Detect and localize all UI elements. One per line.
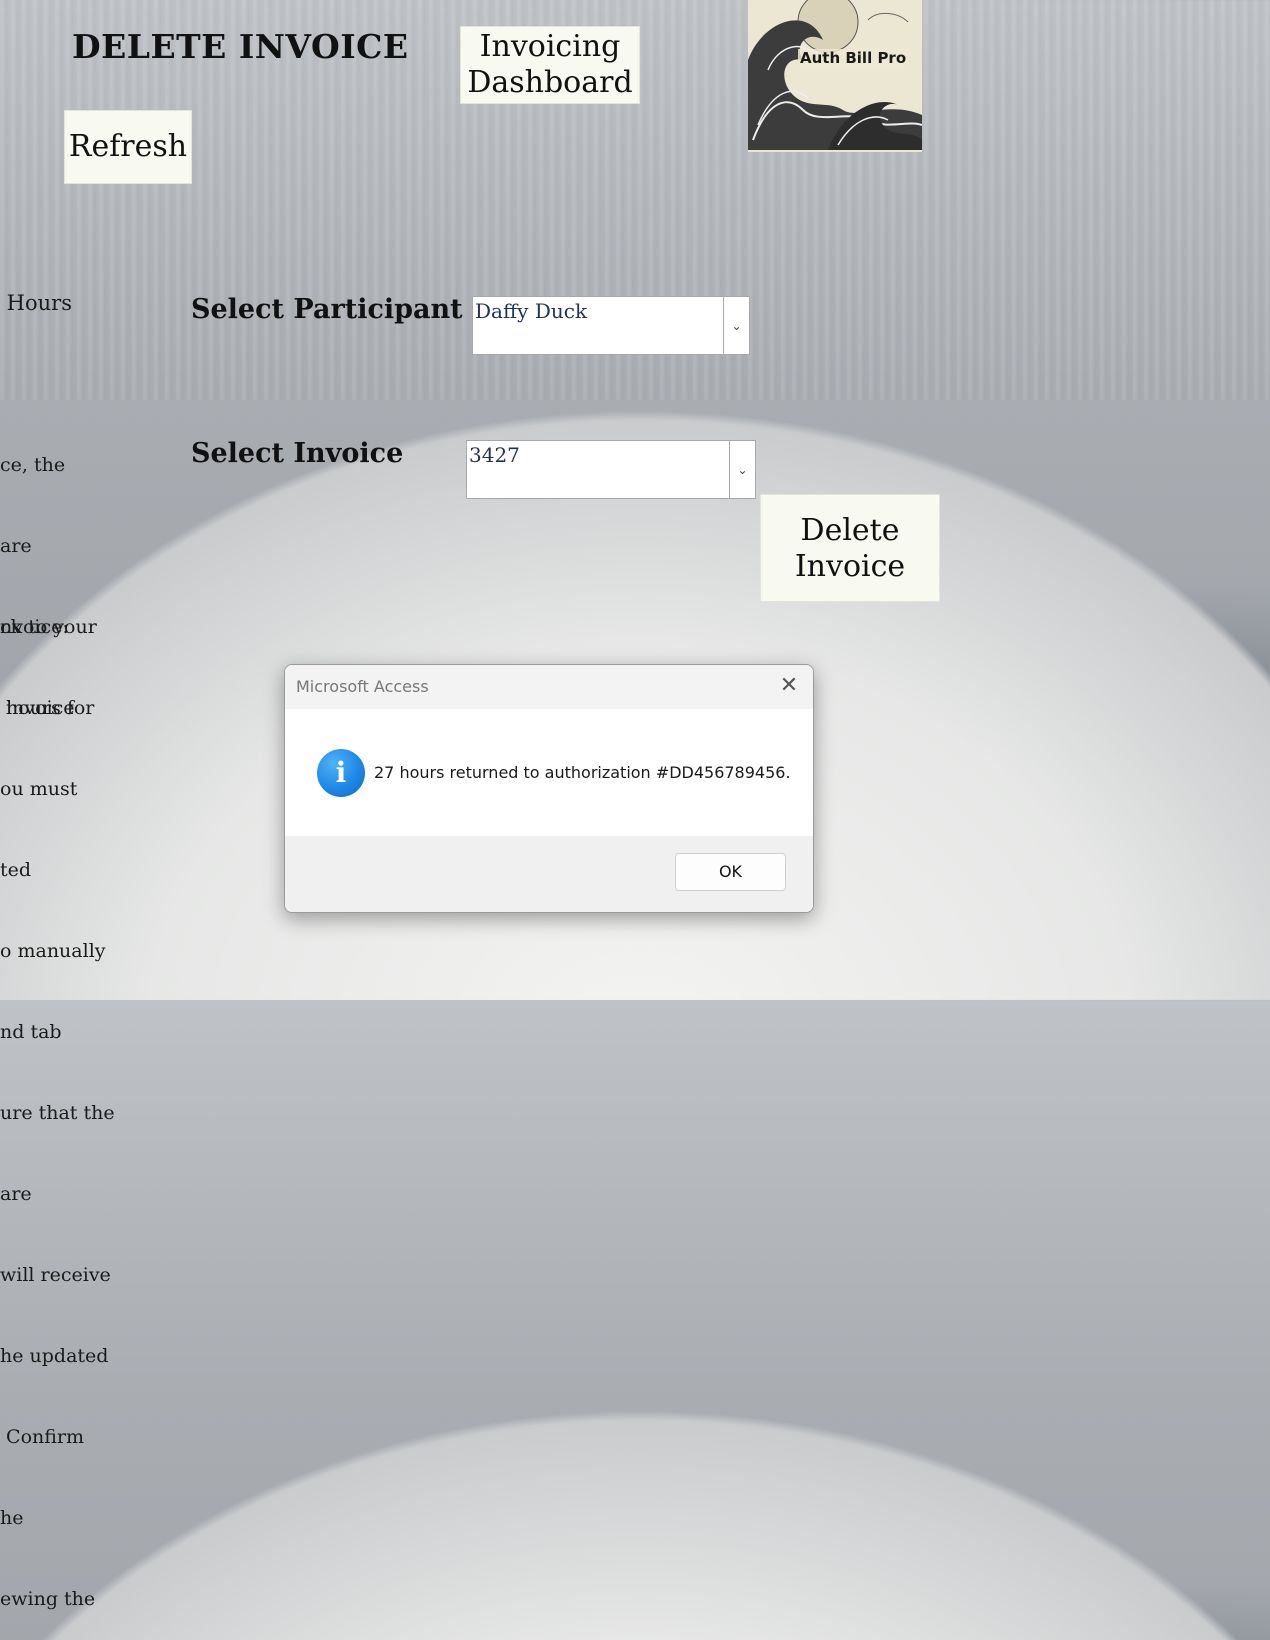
side-line: ure that the — [0, 1102, 115, 1124]
invoice-value: 3427 — [469, 443, 520, 467]
side-line: invoice — [0, 697, 75, 719]
invoice-label: Select Invoice — [191, 438, 404, 469]
auth-bill-pro-logo: Auth Bill Pro — [748, 0, 922, 152]
ok-button[interactable]: OK — [675, 853, 786, 891]
side-line: are — [0, 535, 32, 557]
dialog-message: 27 hours returned to authorization #DD45… — [374, 763, 791, 782]
participant-label: Select Participant — [191, 294, 463, 325]
delete-invoice-label-line1: Delete — [800, 513, 900, 548]
side-line: nd tab — [0, 1021, 62, 1043]
participant-value: Daffy Duck — [475, 299, 588, 323]
invoicing-dashboard-label-line2: Dashboard — [467, 65, 633, 100]
side-line: ou must — [0, 778, 78, 800]
side-line: o manually — [0, 940, 106, 962]
page-title: DELETE INVOICE — [72, 27, 409, 66]
close-icon[interactable]: ✕ — [777, 674, 801, 698]
delete-invoice-label-line2: Invoice — [794, 549, 906, 584]
dialog-title: Microsoft Access — [296, 677, 429, 696]
side-heading-fragment: Hours — [0, 291, 72, 315]
side-line: will receive — [0, 1264, 111, 1286]
info-icon: i — [317, 749, 365, 797]
invoice-combobox[interactable]: 3427 ⌄ — [466, 440, 756, 499]
invoicing-dashboard-button[interactable]: Invoicing Dashboard — [460, 26, 640, 104]
side-line: nvoice: — [0, 616, 69, 638]
side-line: ted — [0, 859, 32, 881]
side-line: ewing the — [0, 1588, 96, 1610]
side-line: he — [0, 1507, 24, 1529]
delete-invoice-button[interactable]: Delete Invoice — [760, 494, 940, 602]
invoicing-dashboard-label-line1: Invoicing — [479, 29, 621, 64]
side-line: ce, the — [0, 454, 66, 476]
refresh-button-label: Refresh — [68, 129, 188, 164]
participant-combobox[interactable]: Daffy Duck ⌄ — [472, 296, 750, 355]
chevron-down-icon[interactable]: ⌄ — [729, 441, 755, 498]
side-line: are — [0, 1183, 32, 1205]
refresh-button[interactable]: Refresh — [64, 110, 192, 184]
side-instructions-block2: nvoice: invoice ou must ted o manually n… — [0, 560, 115, 1640]
logo-text: Auth Bill Pro — [798, 49, 909, 67]
dialog-footer: OK — [285, 836, 813, 912]
dialog-title-bar: Microsoft Access ✕ — [285, 665, 813, 709]
message-dialog: Microsoft Access ✕ i 27 hours returned t… — [284, 664, 814, 913]
side-line: he updated — [0, 1345, 109, 1367]
wave-illustration — [748, 0, 922, 150]
side-line: Confirm — [0, 1426, 85, 1448]
chevron-down-icon[interactable]: ⌄ — [723, 297, 749, 354]
